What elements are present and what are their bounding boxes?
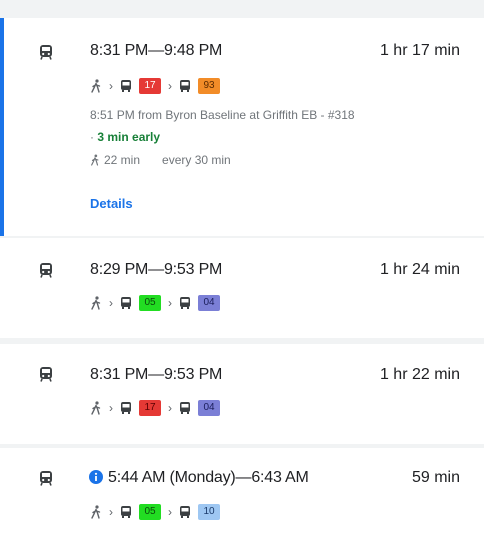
info-icon[interactable] (89, 470, 103, 484)
route-duration: 1 hr 17 min (379, 42, 460, 59)
route-badge: 17 (139, 78, 161, 94)
chevron-right-icon: › (168, 401, 172, 415)
bus-icon (180, 80, 190, 92)
route-badge: 10 (198, 504, 220, 520)
route-badge: 04 (198, 400, 220, 416)
route-duration: 59 min (411, 469, 460, 486)
chevron-right-icon: › (109, 505, 113, 519)
route-badge: 05 (139, 295, 161, 311)
status-separator: · (90, 130, 94, 144)
walk-icon (91, 296, 101, 310)
route-card-3[interactable]: 8:31 PM—9:53 PM 1 hr 22 min › 17 › 04 (0, 344, 484, 444)
walk-icon (91, 154, 99, 166)
bus-icon (180, 297, 190, 309)
route-legs: › 17 › 93 (90, 76, 220, 96)
chevron-right-icon: › (168, 505, 172, 519)
walk-icon (91, 505, 101, 519)
route-card-2[interactable]: 8:29 PM—9:53 PM 1 hr 24 min › 05 › 04 (0, 238, 484, 338)
route-times: 8:29 PM—9:53 PM (90, 261, 223, 278)
details-link[interactable]: Details (90, 196, 133, 211)
train-icon (40, 471, 52, 486)
departure-info: 8:51 PM from Byron Baseline at Griffith … (90, 108, 355, 122)
bus-icon (121, 297, 131, 309)
route-badge: 04 (198, 295, 220, 311)
chevron-right-icon: › (168, 296, 172, 310)
bus-icon (121, 80, 131, 92)
train-icon (40, 367, 52, 382)
status-badge: 3 min early (97, 130, 161, 144)
walk-icon (91, 79, 101, 93)
chevron-right-icon: › (109, 296, 113, 310)
route-card-4[interactable]: 5:44 AM (Monday)—6:43 AM 59 min › 05 › 1… (0, 448, 484, 540)
chevron-right-icon: › (168, 79, 172, 93)
route-times: 8:31 PM—9:48 PM (90, 42, 223, 59)
bus-icon (180, 506, 190, 518)
route-legs: › 05 › 10 (90, 502, 220, 522)
status-line: · 3 min early (90, 130, 160, 144)
walk-time: 22 min (104, 153, 141, 167)
route-duration: 1 hr 22 min (379, 366, 460, 383)
frequency: every 30 min (162, 153, 231, 167)
route-badge: 05 (139, 504, 161, 520)
route-times: 5:44 AM (Monday)—6:43 AM (108, 469, 309, 486)
train-icon (40, 263, 52, 278)
chevron-right-icon: › (109, 401, 113, 415)
bus-icon (121, 506, 131, 518)
bus-icon (121, 402, 131, 414)
route-times: 8:31 PM—9:53 PM (90, 366, 223, 383)
chevron-right-icon: › (109, 79, 113, 93)
route-badge: 17 (139, 400, 161, 416)
walk-frequency-line: 22 min every 30 min (90, 153, 231, 167)
route-badge: 93 (198, 78, 220, 94)
train-icon (40, 45, 52, 60)
route-duration: 1 hr 24 min (379, 261, 460, 278)
route-legs: › 05 › 04 (90, 293, 220, 313)
route-card-1[interactable]: 8:31 PM—9:48 PM 1 hr 17 min › 17 › 93 8:… (0, 18, 484, 236)
route-legs: › 17 › 04 (90, 398, 220, 418)
walk-icon (91, 401, 101, 415)
bus-icon (180, 402, 190, 414)
